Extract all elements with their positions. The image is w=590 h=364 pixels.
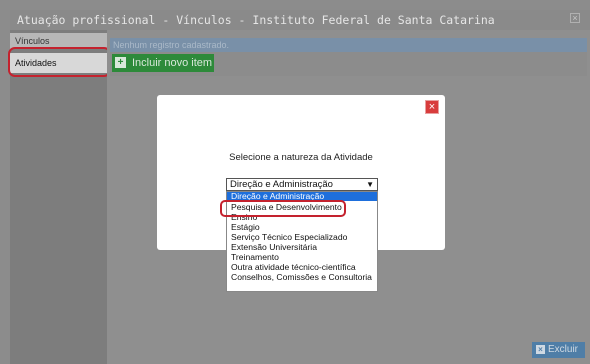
window-close-icon[interactable]: ×	[570, 13, 580, 23]
add-item-label: Incluir novo item	[132, 57, 213, 69]
activity-type-select[interactable]: Direção e Administração ▼	[226, 178, 378, 191]
option-outra-atividade[interactable]: Outra atividade técnico-científica	[227, 263, 377, 272]
dialog-message: Selecione a natureza da Atividade	[229, 152, 373, 163]
delete-icon: ×	[536, 345, 545, 354]
option-servico-tecnico[interactable]: Serviço Técnico Especializado	[227, 233, 377, 242]
option-treinamento[interactable]: Treinamento	[227, 253, 377, 262]
app-window: Atuação profissional - Vínculos - Instit…	[0, 0, 590, 364]
add-item-button[interactable]: + Incluir novo item	[112, 54, 214, 72]
delete-label: Excluir	[548, 344, 579, 355]
dialog-close-icon[interactable]: ×	[425, 100, 439, 114]
option-conselhos-comissoes[interactable]: Conselhos, Comissões e Consultoria	[227, 273, 377, 282]
select-value: Direção e Administração	[230, 179, 333, 190]
plus-icon: +	[115, 57, 126, 68]
annotation-highlight-pesquisa	[220, 200, 346, 217]
empty-list-message: Nenhum registro cadastrado.	[110, 38, 587, 52]
chevron-down-icon: ▼	[366, 180, 374, 189]
window-title: Atuação profissional - Vínculos - Instit…	[10, 10, 590, 30]
delete-button[interactable]: × Excluir	[532, 342, 585, 358]
sidebar: Vínculos Atividades	[10, 30, 107, 364]
option-estagio[interactable]: Estágio	[227, 223, 377, 232]
annotation-highlight-atividades	[8, 47, 111, 77]
option-extensao-universitaria[interactable]: Extensão Universitária	[227, 243, 377, 252]
